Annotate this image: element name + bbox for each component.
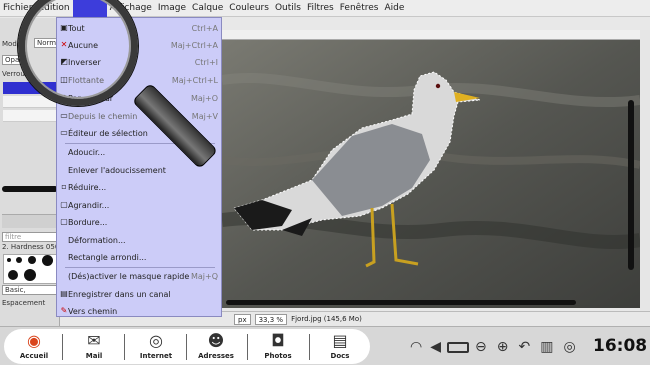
menu-item-bordure[interactable]: ▢ Bordure... [57, 215, 221, 229]
trash-icon[interactable]: ▥ [540, 339, 553, 355]
app-internet[interactable]: ◎ Internet [128, 330, 184, 364]
image-canvas[interactable] [222, 40, 640, 308]
menu-filtres[interactable]: Filtres [304, 3, 337, 13]
clock: 16:08 [593, 336, 648, 356]
file-info: Fjord.jpg (145,6 Mo) [291, 315, 362, 323]
menu-outils[interactable]: Outils [272, 3, 304, 13]
volume-icon[interactable]: ◀ [430, 339, 441, 355]
app-docs[interactable]: ▤ Docs [312, 330, 368, 364]
brush-item[interactable] [8, 270, 18, 280]
brush-item[interactable] [42, 255, 53, 266]
vertical-scrollbar[interactable] [628, 100, 634, 270]
zoom-out-icon[interactable]: ⊖ [475, 339, 487, 355]
zoom-in-icon[interactable]: ⊕ [497, 339, 509, 355]
wifi-icon[interactable]: ◠ [410, 339, 422, 355]
app-accueil[interactable]: ◉ Accueil [6, 330, 62, 364]
menu-item-masque-rapide[interactable]: (Dés)activer le masque rapide Maj+Q [57, 269, 221, 283]
menu-item-rectangle-arrondi[interactable]: Rectangle arrondi... [57, 250, 221, 264]
menu-image[interactable]: Image [155, 3, 189, 13]
menu-item-vers-chemin[interactable]: ✎ Vers chemin [57, 304, 221, 318]
brush-item[interactable] [16, 257, 22, 263]
menu-couleurs[interactable]: Couleurs [226, 3, 272, 13]
fjord-image [222, 40, 640, 308]
dock-separator [186, 334, 187, 360]
system-tray: ◠ ◀ ⊖ ⊕ ↶ ▥ ◎ [410, 330, 576, 364]
menu-item-depuis-chemin[interactable]: ▭ Depuis le chemin Maj+V [57, 109, 221, 123]
right-dock [640, 30, 650, 326]
brush-item[interactable] [28, 256, 36, 264]
gull-eye [435, 83, 441, 89]
screen: Fichier Édition Affichage Image Calque C… [0, 0, 650, 365]
dock-separator [309, 334, 310, 360]
tool-options-tabs[interactable] [2, 214, 58, 228]
menu-item-reduire[interactable]: ▫ Réduire... [57, 180, 221, 194]
preset-field[interactable]: Basic, [2, 285, 58, 295]
docs-icon: ▤ [332, 331, 348, 350]
app-photos[interactable]: ◘ Photos [250, 330, 306, 364]
brush-item[interactable] [7, 258, 11, 262]
app-mail[interactable]: ✉ Mail [66, 330, 122, 364]
panel-scrollbar[interactable] [2, 186, 58, 192]
brush-grid[interactable] [3, 254, 59, 284]
zoom-select[interactable]: 33,3 % [254, 313, 288, 325]
menu-item-agrandir[interactable]: ▢ Agrandir... [57, 198, 221, 212]
menu-aide[interactable]: Aide [381, 3, 407, 13]
globe-icon: ◎ [149, 331, 163, 350]
help-icon[interactable]: ◎ [563, 339, 575, 355]
horizontal-scrollbar[interactable] [226, 300, 576, 305]
menu-fenetres[interactable]: Fenêtres [337, 3, 382, 13]
mail-icon: ✉ [87, 331, 101, 350]
dock-separator [247, 334, 248, 360]
unit-select[interactable]: px [234, 313, 251, 325]
brush-item[interactable] [24, 269, 36, 281]
undo-icon[interactable]: ↶ [518, 339, 530, 355]
spacing-label: Espacement [2, 299, 46, 307]
dock-separator [124, 334, 125, 360]
menu-item-enregistrer-canal[interactable]: ▤ Enregistrer dans un canal [57, 287, 221, 301]
contacts-icon: ☻ [207, 331, 225, 350]
menu-calque[interactable]: Calque [189, 3, 226, 13]
menu-separator [65, 267, 215, 268]
filter-input[interactable]: filtre [2, 232, 58, 242]
from-path-icon: ▭ [60, 111, 68, 120]
brush-name: 2. Hardness 050 (51 × [2, 243, 60, 251]
home-icon: ◉ [27, 331, 41, 350]
camera-icon: ◘ [271, 331, 285, 350]
shrink-icon: ▫ [61, 182, 67, 191]
border-icon: ▢ [60, 217, 68, 226]
menu-item-deformation[interactable]: Déformation... [57, 233, 221, 247]
selection-editor-icon: ▭ [60, 128, 68, 137]
horizontal-ruler [222, 30, 640, 40]
save-channel-icon: ▤ [60, 289, 68, 298]
battery-icon[interactable] [447, 341, 469, 353]
grow-icon: ▢ [60, 200, 68, 209]
app-adresses[interactable]: ☻ Adresses [188, 330, 244, 364]
layer-row[interactable] [3, 110, 59, 122]
status-bar: px 33,3 % Fjord.jpg (145,6 Mo) [222, 311, 650, 326]
dock-separator [62, 334, 63, 360]
to-path-icon: ✎ [60, 306, 68, 315]
